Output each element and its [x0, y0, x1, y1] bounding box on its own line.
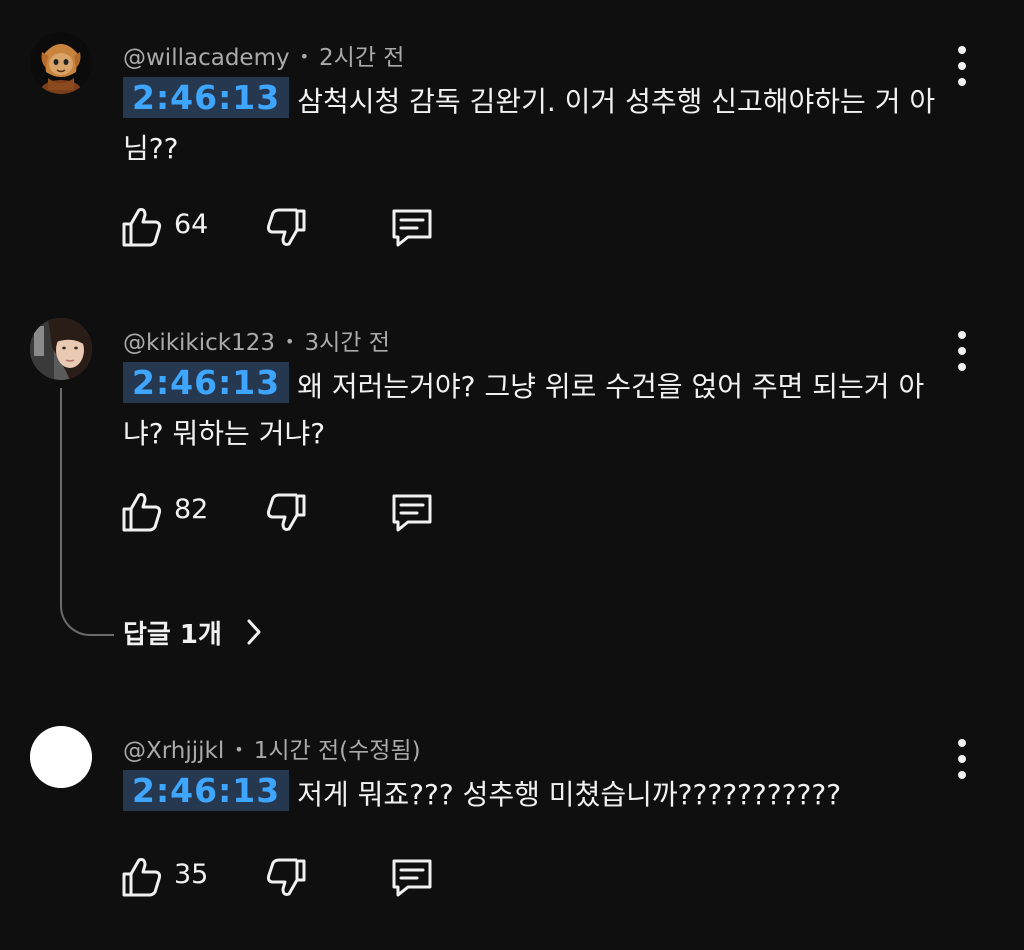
- comments-section: @willacademy • 2시간 전 2:46:13 삼척시청 감독 김완기. 이…: [0, 0, 1024, 950]
- dislike-button[interactable]: [264, 490, 308, 534]
- username[interactable]: @kikikick123: [123, 330, 275, 356]
- thumbs-down-icon: [266, 208, 306, 246]
- separator-dot: •: [234, 740, 244, 759]
- comment-body: 2:46:13 삼척시청 감독 김완기. 이거 성추행 신고해야하는 거 아님??: [123, 77, 953, 172]
- more-options-button[interactable]: [950, 46, 974, 86]
- view-replies-button[interactable]: 답글 1개: [123, 614, 263, 654]
- avatar[interactable]: [30, 318, 92, 380]
- like-button[interactable]: 35: [120, 855, 220, 899]
- comment-actions: 35: [120, 855, 460, 899]
- thumbs-up-icon: [122, 493, 162, 532]
- reply-button[interactable]: [388, 855, 436, 899]
- comment-body: 2:46:13 왜 저러는거야? 그냥 위로 수건을 얹어 주면 되는거 아냐? …: [123, 362, 953, 457]
- comment-meta: @kikikick123 • 3시간 전: [123, 323, 390, 357]
- comment-text: 저게 뭐죠??? 성추행 미쳤습니까???????????: [297, 778, 842, 811]
- timestamp-link[interactable]: 2:46:13: [123, 77, 290, 118]
- username[interactable]: @Xrhjjjkl: [123, 738, 224, 764]
- more-options-button[interactable]: [950, 739, 974, 779]
- person-photo-avatar-icon: [30, 318, 92, 380]
- dislike-button[interactable]: [264, 205, 308, 249]
- thumbs-down-icon: [266, 858, 306, 896]
- comment-time: 3시간 전: [304, 330, 390, 356]
- comment-meta: @Xrhjjjkl • 1시간 전(수정됨): [123, 731, 421, 765]
- reply-button[interactable]: [388, 205, 436, 249]
- more-vertical-icon: [958, 46, 966, 54]
- comment-icon: [392, 494, 432, 532]
- like-count: 35: [174, 859, 209, 890]
- avatar[interactable]: [30, 726, 92, 788]
- replies-label: 답글 1개: [123, 620, 222, 650]
- comment-actions: 82: [120, 490, 460, 534]
- username[interactable]: @willacademy: [123, 45, 290, 71]
- comment-time: 1시간 전(수정됨): [253, 738, 421, 764]
- like-count: 64: [174, 209, 209, 240]
- avatar[interactable]: [30, 32, 92, 94]
- more-options-button[interactable]: [950, 331, 974, 371]
- reply-thread-line: [60, 388, 114, 636]
- thumbs-down-icon: [266, 493, 306, 531]
- comment-icon: [392, 859, 432, 897]
- orange-character-avatar-icon: [30, 32, 92, 94]
- comment-actions: 64: [120, 205, 460, 249]
- timestamp-link[interactable]: 2:46:13: [123, 770, 290, 811]
- more-vertical-icon: [958, 331, 966, 339]
- comment-icon: [392, 209, 432, 247]
- more-vertical-icon: [958, 739, 966, 747]
- reply-button[interactable]: [388, 490, 436, 534]
- timestamp-link[interactable]: 2:46:13: [123, 362, 290, 403]
- comment-body: 2:46:13 저게 뭐죠??? 성추행 미쳤습니까???????????: [123, 770, 953, 818]
- thumbs-up-icon: [122, 208, 162, 247]
- separator-dot: •: [285, 332, 295, 351]
- like-button[interactable]: 82: [120, 490, 220, 534]
- dislike-button[interactable]: [264, 855, 308, 899]
- like-count: 82: [174, 494, 209, 525]
- blank-white-avatar-icon: [30, 726, 92, 788]
- chevron-right-icon: [245, 618, 263, 653]
- like-button[interactable]: 64: [120, 205, 220, 249]
- thumbs-up-icon: [122, 858, 162, 897]
- comment-time: 2시간 전: [319, 45, 405, 71]
- separator-dot: •: [299, 47, 310, 66]
- comment-meta: @willacademy • 2시간 전: [123, 38, 404, 72]
